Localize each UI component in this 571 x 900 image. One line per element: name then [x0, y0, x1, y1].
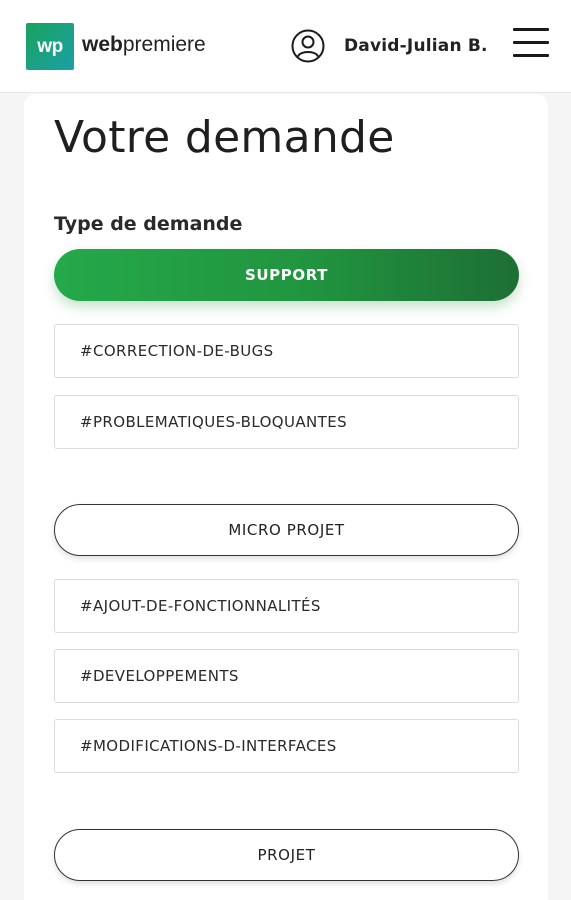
brand-name[interactable]: webpremiere: [82, 33, 206, 57]
user-name[interactable]: David-Julian B.: [344, 36, 488, 56]
logo-mark[interactable]: wp: [26, 23, 74, 70]
user-circle-icon[interactable]: [291, 29, 325, 63]
tag-ajout-de-fonctionnalites[interactable]: #AJOUT-DE-FONCTIONNALITÉS: [54, 579, 519, 633]
logo-mark-text: wp: [37, 35, 63, 57]
menu-bar-bottom: [513, 54, 549, 57]
projet-button-label: PROJET: [257, 846, 316, 864]
micro-projet-button[interactable]: MICRO PROJET: [54, 504, 519, 556]
tag-problematiques-bloquantes[interactable]: #PROBLEMATIQUES-BLOQUANTES: [54, 395, 519, 449]
brand-name-bold: web: [82, 33, 123, 56]
projet-button[interactable]: PROJET: [54, 829, 519, 881]
page-title: Votre demande: [54, 112, 395, 163]
top-header: wp webpremiere David-Julian B.: [0, 0, 571, 93]
menu-bar-middle: [513, 41, 549, 44]
tag-correction-de-bugs[interactable]: #CORRECTION-DE-BUGS: [54, 324, 519, 378]
hamburger-menu-icon[interactable]: [513, 27, 549, 59]
micro-projet-button-label: MICRO PROJET: [228, 521, 345, 539]
support-button[interactable]: SUPPORT: [54, 249, 519, 301]
support-button-label: SUPPORT: [244, 266, 329, 284]
tag-modifications-d-interfaces[interactable]: #MODIFICATIONS-D-INTERFACES: [54, 719, 519, 773]
brand-name-light: premiere: [122, 33, 206, 56]
request-type-label: Type de demande: [54, 213, 243, 235]
tag-developpements[interactable]: #DEVELOPPEMENTS: [54, 649, 519, 703]
menu-bar-top: [513, 28, 549, 31]
